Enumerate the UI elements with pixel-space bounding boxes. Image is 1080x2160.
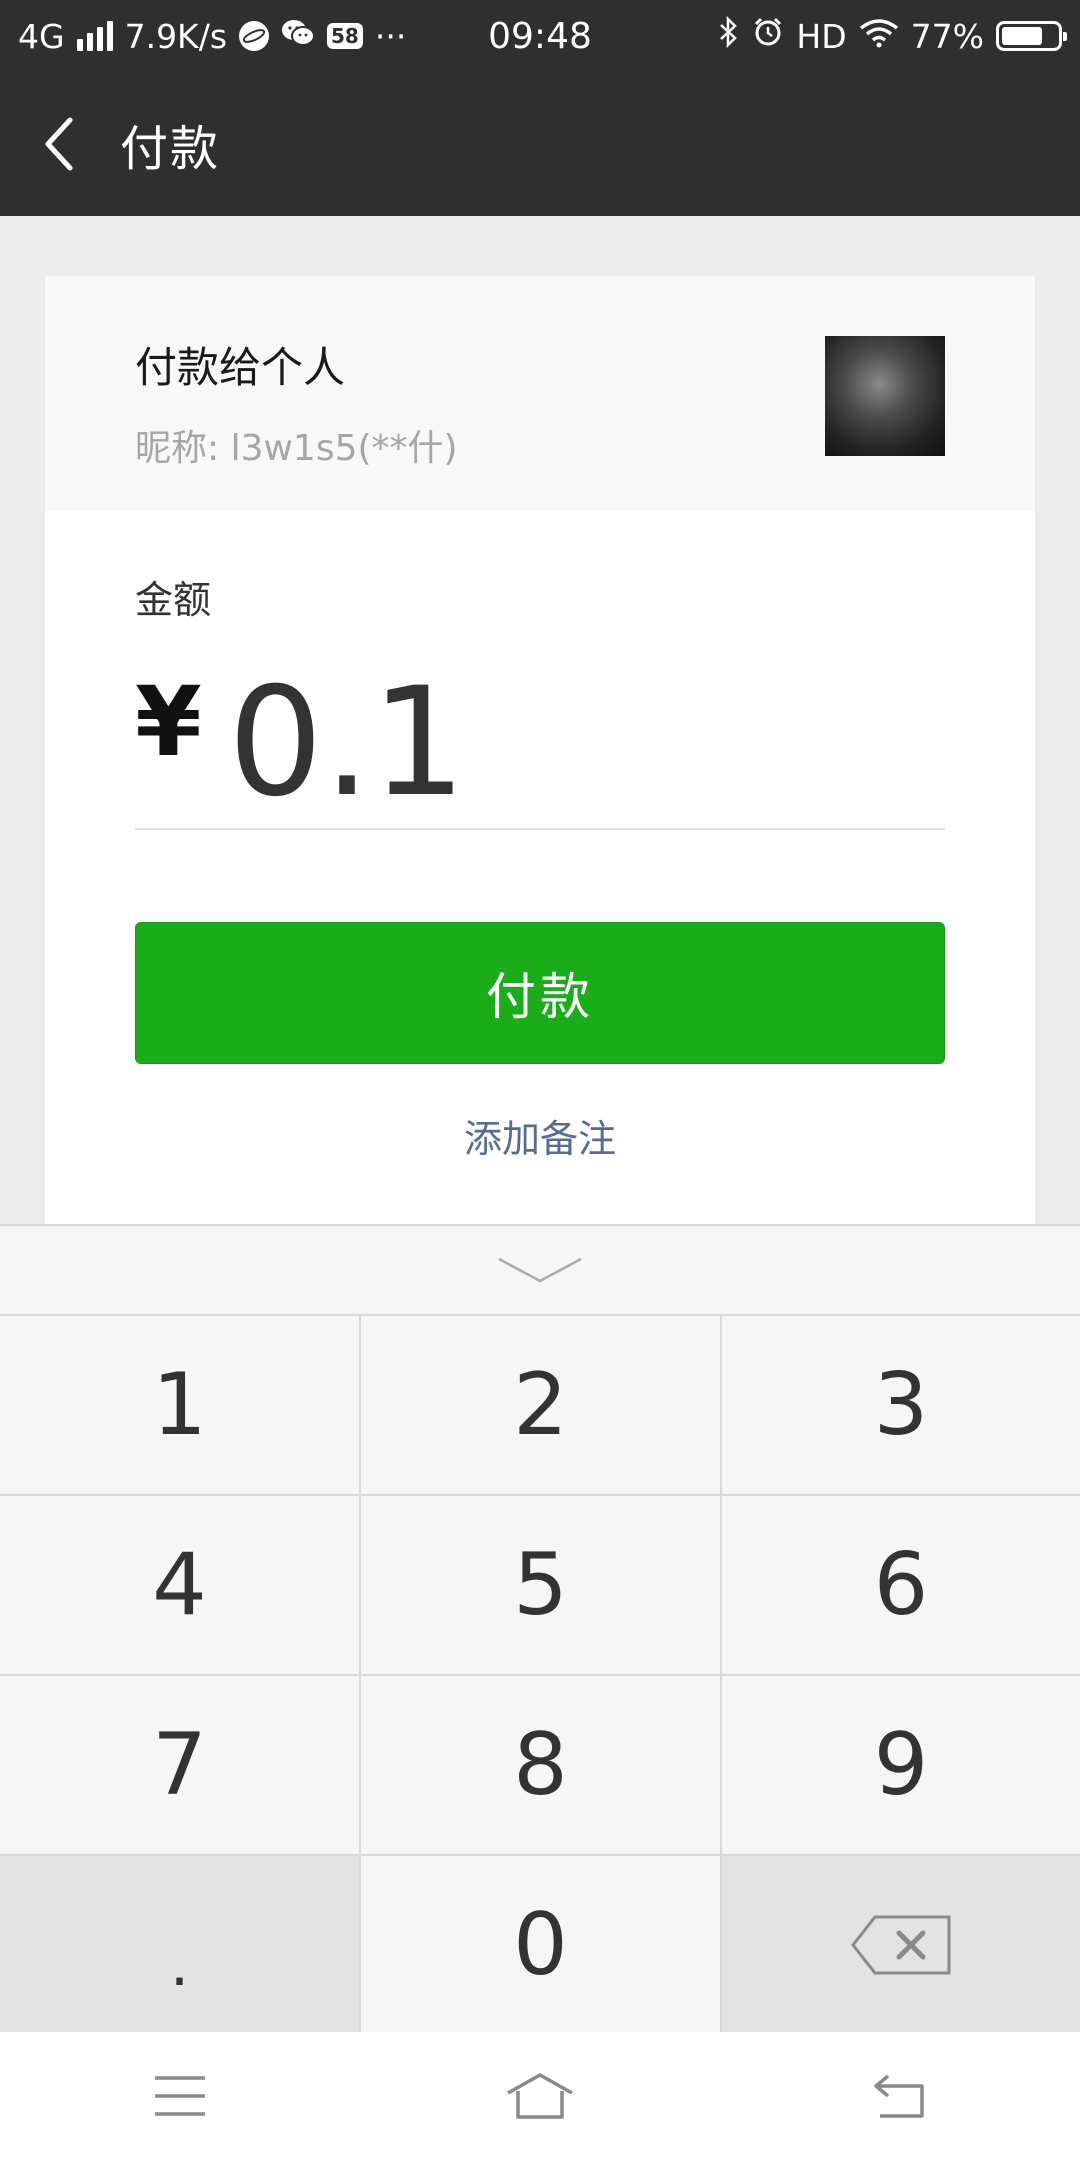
page-title: 付款 — [120, 121, 221, 177]
battery-fill — [1002, 27, 1043, 45]
amount-label: 金额 — [135, 578, 212, 622]
battery-icon — [996, 21, 1067, 51]
key-0[interactable]: 0 — [361, 1856, 720, 2034]
add-remark-link[interactable]: 添加备注 — [45, 1108, 1035, 1163]
network-speed: 7.9K/s — [124, 16, 228, 56]
chevron-down-icon — [498, 1257, 582, 1283]
backspace-icon — [851, 1915, 951, 1975]
key-7[interactable]: 7 — [0, 1676, 359, 1854]
chevron-left-icon — [45, 117, 73, 171]
more-notifications-icon: ··· — [374, 16, 407, 56]
delete-key[interactable] — [722, 1856, 1080, 2034]
amount-input[interactable]: ¥ 0.1 — [135, 664, 945, 830]
key-5[interactable]: 5 — [361, 1496, 720, 1674]
battery-percent: 77% — [910, 16, 984, 56]
amount-value: 0.1 — [227, 656, 467, 830]
payee-section: 付款给个人 昵称: l3w1s5(**什) — [45, 276, 1035, 511]
network-type: 4G — [18, 16, 65, 56]
key-2[interactable]: 2 — [361, 1316, 720, 1494]
hd-indicator: HD — [796, 16, 847, 56]
key-4[interactable]: 4 — [0, 1496, 359, 1674]
payment-card: 付款给个人 昵称: l3w1s5(**什) 金额 ¥ 0.1 付款 添加备注 — [45, 276, 1035, 1226]
wifi-icon — [859, 17, 899, 56]
avatar — [825, 336, 945, 456]
alarm-icon — [752, 16, 784, 56]
planet-app-icon — [239, 21, 270, 51]
key-6[interactable]: 6 — [722, 1496, 1080, 1674]
home-button[interactable] — [460, 2046, 620, 2146]
wechat-icon — [281, 17, 316, 56]
pay-button[interactable]: 付款 — [135, 922, 945, 1064]
back-arrow-icon — [874, 2074, 924, 2118]
status-bar: 4G 7.9K/s 58 ··· 09:48 HD 77% — [0, 0, 1080, 72]
keypad-grid: 1 2 3 4 5 6 7 8 9 . 0 — [0, 1316, 1080, 2034]
home-icon — [507, 2073, 573, 2119]
keypad-collapse-button[interactable] — [0, 1226, 1080, 1316]
numeric-keypad: 1 2 3 4 5 6 7 8 9 . 0 — [0, 1224, 1080, 2034]
signal-icon — [76, 21, 113, 51]
status-right: HD 77% — [718, 15, 1067, 56]
bluetooth-icon — [718, 15, 740, 56]
menu-button[interactable] — [100, 2046, 260, 2146]
nav-bar: 付款 — [0, 72, 1080, 216]
back-button[interactable] — [0, 72, 120, 216]
key-1[interactable]: 1 — [0, 1316, 359, 1494]
amount-section: 金额 ¥ 0.1 — [45, 511, 1035, 830]
key-3[interactable]: 3 — [722, 1316, 1080, 1494]
menu-icon — [155, 2076, 205, 2116]
key-9[interactable]: 9 — [722, 1676, 1080, 1854]
system-nav-bar — [0, 2032, 1080, 2160]
status-left: 4G 7.9K/s 58 ··· — [18, 17, 406, 56]
system-back-button[interactable] — [820, 2046, 980, 2146]
app-58-icon: 58 — [327, 23, 363, 49]
key-8[interactable]: 8 — [361, 1676, 720, 1854]
key-dot[interactable]: . — [0, 1856, 359, 2034]
currency-symbol: ¥ — [135, 666, 202, 778]
